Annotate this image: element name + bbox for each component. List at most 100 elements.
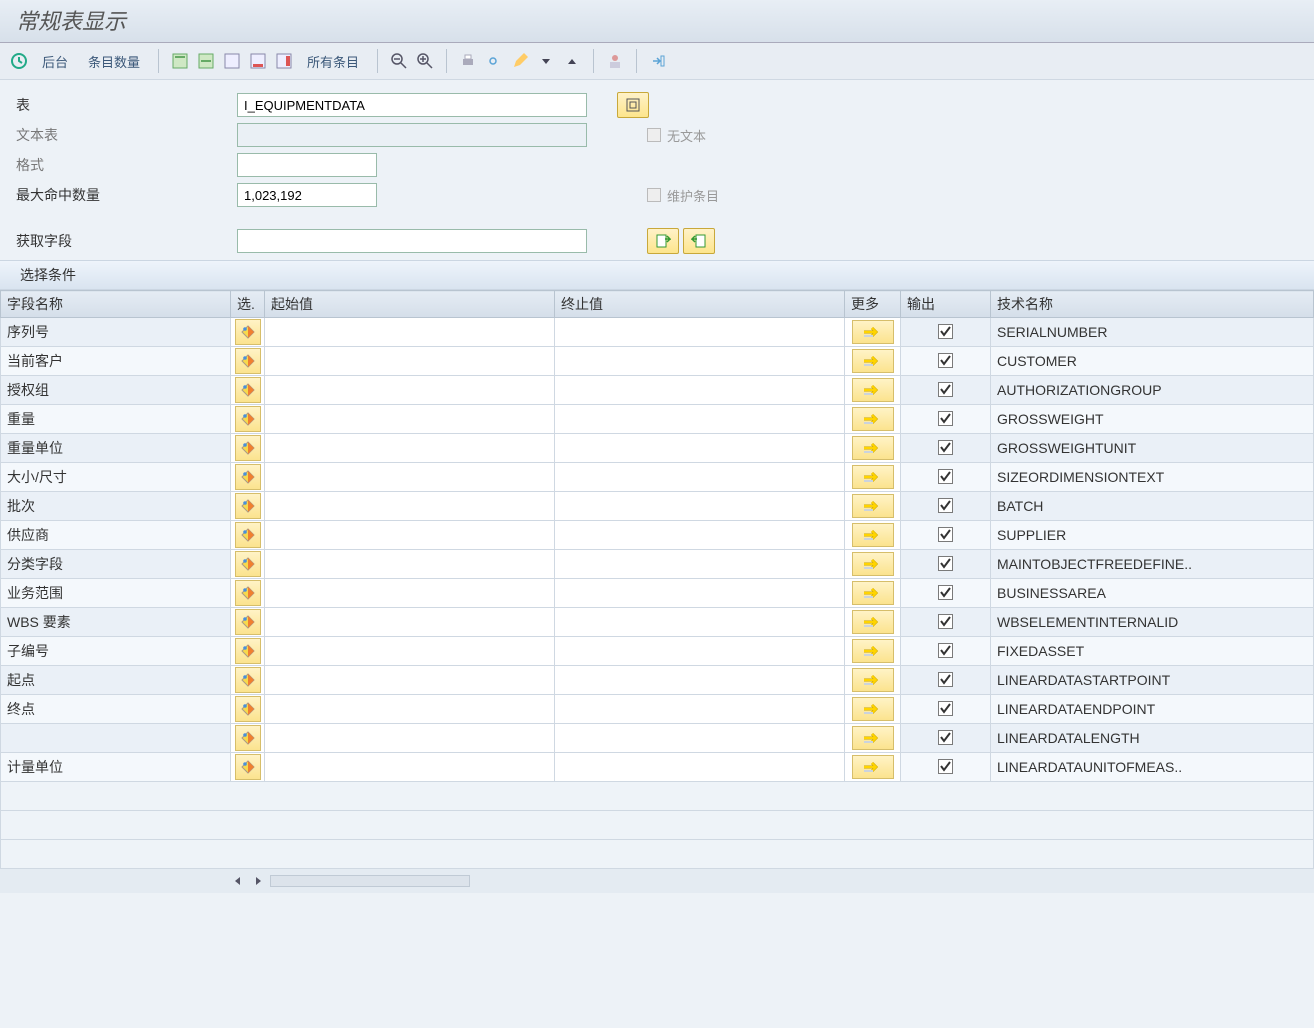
start-value-input[interactable] — [265, 753, 555, 782]
end-value-input[interactable] — [555, 463, 845, 492]
end-value-input[interactable] — [555, 376, 845, 405]
selection-option-button[interactable] — [235, 667, 261, 693]
more-button[interactable] — [852, 610, 894, 634]
more-button[interactable] — [852, 436, 894, 460]
end-value-input[interactable] — [555, 753, 845, 782]
selection-option-button[interactable] — [235, 609, 261, 635]
end-value-input[interactable] — [555, 666, 845, 695]
output-checkbox[interactable] — [938, 469, 953, 484]
dropdown-arrow-icon[interactable] — [535, 50, 557, 72]
selection-option-button[interactable] — [235, 638, 261, 664]
output-checkbox[interactable] — [938, 527, 953, 542]
output-checkbox[interactable] — [938, 411, 953, 426]
more-button[interactable] — [852, 494, 894, 518]
get-fields-btn-1[interactable] — [647, 228, 679, 254]
grid-icon-5[interactable] — [273, 50, 295, 72]
output-checkbox[interactable] — [938, 643, 953, 658]
output-checkbox[interactable] — [938, 324, 953, 339]
execute-icon[interactable] — [8, 50, 30, 72]
output-checkbox[interactable] — [938, 440, 953, 455]
more-button[interactable] — [852, 349, 894, 373]
end-value-input[interactable] — [555, 608, 845, 637]
selection-option-button[interactable] — [235, 696, 261, 722]
end-value-input[interactable] — [555, 637, 845, 666]
end-value-input[interactable] — [555, 579, 845, 608]
selection-option-button[interactable] — [235, 464, 261, 490]
col-sel[interactable]: 选. — [231, 291, 265, 318]
selection-option-button[interactable] — [235, 493, 261, 519]
selection-option-button[interactable] — [235, 348, 261, 374]
end-value-input[interactable] — [555, 434, 845, 463]
horizontal-scrollbar[interactable] — [0, 869, 1314, 893]
more-button[interactable] — [852, 407, 894, 431]
start-value-input[interactable] — [265, 376, 555, 405]
selection-option-button[interactable] — [235, 522, 261, 548]
selection-option-button[interactable] — [235, 406, 261, 432]
up-arrow-icon[interactable] — [561, 50, 583, 72]
output-checkbox[interactable] — [938, 614, 953, 629]
selection-option-button[interactable] — [235, 754, 261, 780]
more-button[interactable] — [852, 726, 894, 750]
scroll-left-icon[interactable] — [230, 873, 246, 889]
col-more[interactable]: 更多 — [845, 291, 901, 318]
output-checkbox[interactable] — [938, 730, 953, 745]
get-fields-btn-2[interactable] — [683, 228, 715, 254]
background-button[interactable]: 后台 — [34, 50, 76, 73]
start-value-input[interactable] — [265, 347, 555, 376]
selection-option-button[interactable] — [235, 580, 261, 606]
selection-option-button[interactable] — [235, 725, 261, 751]
zoom-out-icon[interactable] — [388, 50, 410, 72]
format-input[interactable] — [237, 153, 377, 177]
grid-icon-3[interactable] — [221, 50, 243, 72]
output-checkbox[interactable] — [938, 672, 953, 687]
more-button[interactable] — [852, 465, 894, 489]
table-input[interactable] — [237, 93, 587, 117]
end-value-input[interactable] — [555, 405, 845, 434]
start-value-input[interactable] — [265, 608, 555, 637]
zoom-in-icon[interactable] — [414, 50, 436, 72]
end-value-input[interactable] — [555, 318, 845, 347]
col-tech-name[interactable]: 技术名称 — [991, 291, 1314, 318]
start-value-input[interactable] — [265, 695, 555, 724]
start-value-input[interactable] — [265, 405, 555, 434]
output-checkbox[interactable] — [938, 353, 953, 368]
scroll-right-icon[interactable] — [250, 873, 266, 889]
col-end-value[interactable]: 终止值 — [555, 291, 845, 318]
end-value-input[interactable] — [555, 521, 845, 550]
output-checkbox[interactable] — [938, 498, 953, 513]
scroll-track[interactable] — [270, 875, 470, 887]
end-value-input[interactable] — [555, 724, 845, 753]
start-value-input[interactable] — [265, 579, 555, 608]
selection-option-button[interactable] — [235, 319, 261, 345]
start-value-input[interactable] — [265, 724, 555, 753]
more-button[interactable] — [852, 552, 894, 576]
end-value-input[interactable] — [555, 492, 845, 521]
end-value-input[interactable] — [555, 347, 845, 376]
grid-icon-1[interactable] — [169, 50, 191, 72]
more-button[interactable] — [852, 320, 894, 344]
selection-option-button[interactable] — [235, 435, 261, 461]
export-icon[interactable] — [647, 50, 669, 72]
max-hits-input[interactable] — [237, 183, 377, 207]
all-entries-button[interactable]: 所有条目 — [299, 50, 367, 73]
more-button[interactable] — [852, 581, 894, 605]
more-button[interactable] — [852, 639, 894, 663]
table-search-button[interactable] — [617, 92, 649, 118]
output-checkbox[interactable] — [938, 759, 953, 774]
output-checkbox[interactable] — [938, 585, 953, 600]
edit-icon[interactable] — [509, 50, 531, 72]
start-value-input[interactable] — [265, 666, 555, 695]
more-button[interactable] — [852, 668, 894, 692]
start-value-input[interactable] — [265, 492, 555, 521]
col-output[interactable]: 输出 — [901, 291, 991, 318]
end-value-input[interactable] — [555, 550, 845, 579]
grid-icon-4[interactable] — [247, 50, 269, 72]
start-value-input[interactable] — [265, 550, 555, 579]
output-checkbox[interactable] — [938, 701, 953, 716]
more-button[interactable] — [852, 755, 894, 779]
selection-option-button[interactable] — [235, 377, 261, 403]
output-checkbox[interactable] — [938, 382, 953, 397]
start-value-input[interactable] — [265, 463, 555, 492]
user-settings-icon[interactable] — [604, 50, 626, 72]
start-value-input[interactable] — [265, 434, 555, 463]
